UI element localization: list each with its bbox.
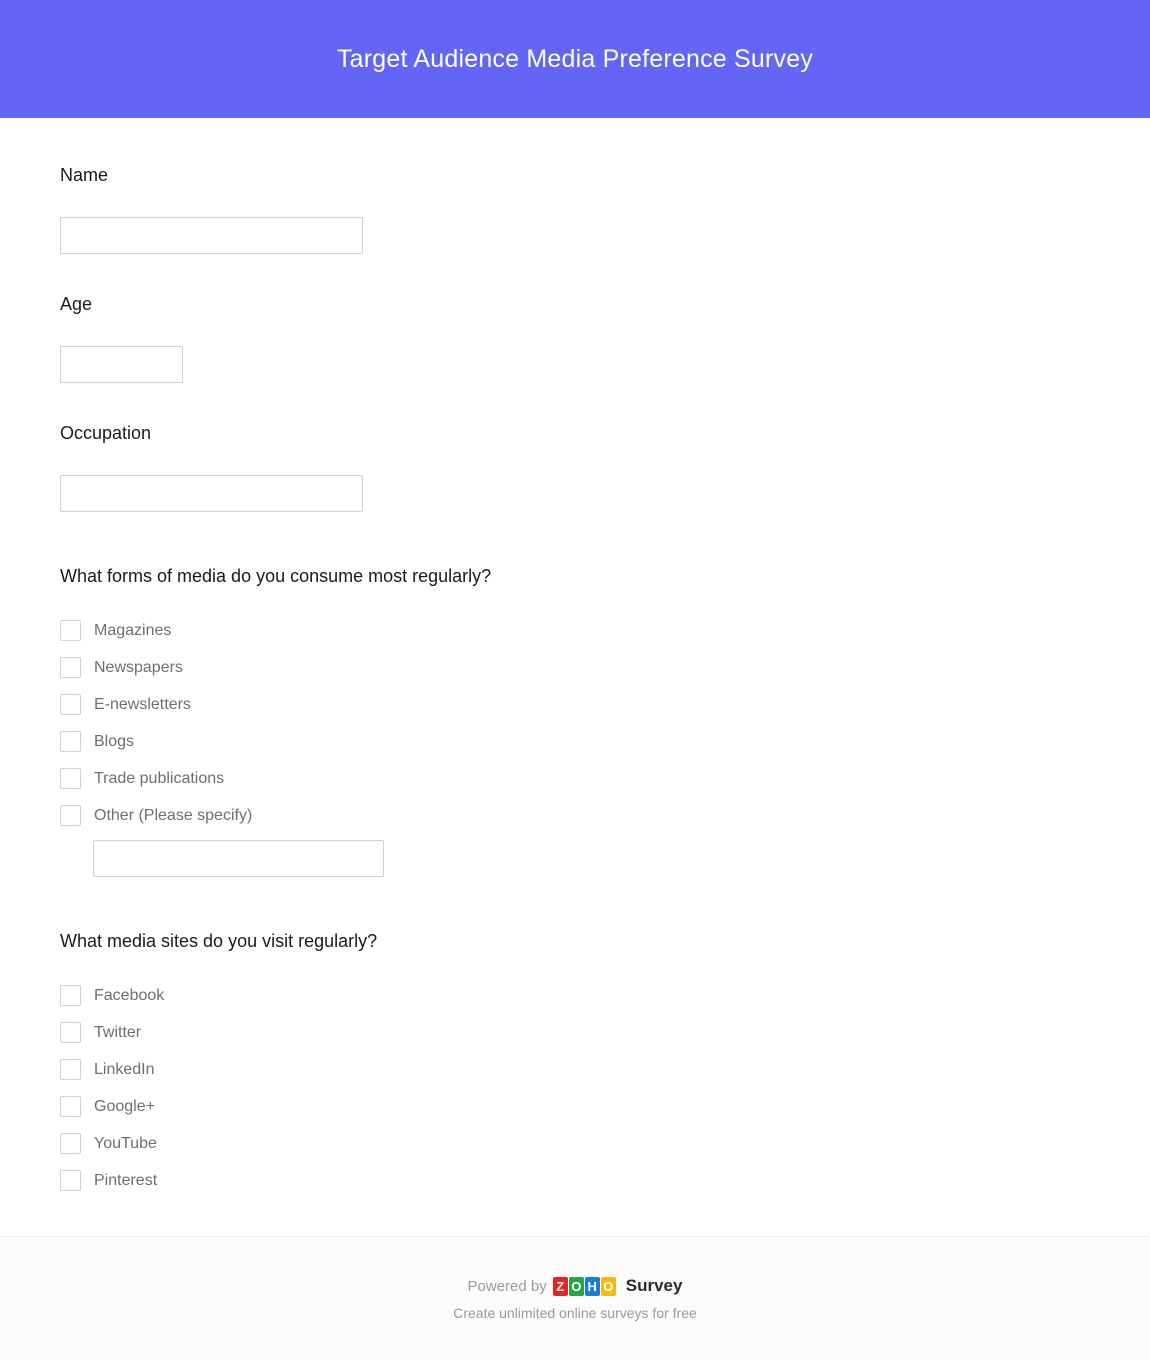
survey-body: Name Age Occupation What forms of media … <box>0 118 1150 1236</box>
option-newspapers[interactable]: Newspapers <box>60 649 1090 686</box>
question-media-sites: What media sites do you visit regularly?… <box>60 932 1090 1199</box>
option-blogs[interactable]: Blogs <box>60 723 1090 760</box>
survey-footer: Powered by Z O H O Survey Create unlimit… <box>0 1236 1150 1360</box>
question-text: What forms of media do you consume most … <box>60 566 492 586</box>
other-specify-input[interactable] <box>93 840 384 877</box>
option-label: LinkedIn <box>94 1060 155 1078</box>
name-input[interactable] <box>60 217 363 254</box>
powered-by-row[interactable]: Powered by Z O H O Survey <box>467 1276 683 1296</box>
option-label: Other (Please specify) <box>94 806 253 824</box>
option-pinterest[interactable]: Pinterest <box>60 1162 1090 1199</box>
option-facebook[interactable]: Facebook <box>60 977 1090 1014</box>
occupation-input[interactable] <box>60 475 363 512</box>
zoho-logo-letter-o1: O <box>568 1276 584 1296</box>
checkbox-icon[interactable] <box>60 731 81 752</box>
checkbox-icon[interactable] <box>60 1059 81 1080</box>
option-youtube[interactable]: YouTube <box>60 1125 1090 1162</box>
checkbox-icon[interactable] <box>60 620 81 641</box>
checkbox-icon[interactable] <box>60 1096 81 1117</box>
option-google-plus[interactable]: Google+ <box>60 1088 1090 1125</box>
survey-page: Target Audience Media Preference Survey … <box>0 0 1150 1360</box>
option-label: Newspapers <box>94 658 183 676</box>
option-magazines[interactable]: Magazines <box>60 612 1090 649</box>
survey-header: Target Audience Media Preference Survey <box>0 0 1150 118</box>
option-e-newsletters[interactable]: E-newsletters <box>60 686 1090 723</box>
question-media-forms: What forms of media do you consume most … <box>60 567 1090 877</box>
field-occupation: Occupation <box>60 424 1090 512</box>
checkbox-icon[interactable] <box>60 985 81 1006</box>
name-label: Name <box>60 165 109 185</box>
question-text: What media sites do you visit regularly? <box>60 931 378 951</box>
option-trade-publications[interactable]: Trade publications <box>60 760 1090 797</box>
option-label: E-newsletters <box>94 695 191 713</box>
option-label: Pinterest <box>94 1171 158 1189</box>
other-input-wrapper <box>60 840 1090 877</box>
option-twitter[interactable]: Twitter <box>60 1014 1090 1051</box>
checkbox-group-media-sites: Facebook Twitter LinkedIn Google+ YouTub <box>60 977 1090 1199</box>
powered-by-label: Powered by <box>467 1277 547 1295</box>
option-label: Blogs <box>94 732 135 750</box>
option-label: Google+ <box>94 1097 155 1115</box>
checkbox-icon[interactable] <box>60 1022 81 1043</box>
option-label: Magazines <box>94 621 172 639</box>
option-label: Trade publications <box>94 769 225 787</box>
checkbox-icon[interactable] <box>60 1133 81 1154</box>
checkbox-icon[interactable] <box>60 805 81 826</box>
zoho-logo-letter-o2: O <box>600 1276 616 1296</box>
checkbox-icon[interactable] <box>60 1170 81 1191</box>
occupation-label: Occupation <box>60 423 152 443</box>
page-title: Target Audience Media Preference Survey <box>336 44 814 73</box>
option-label: Facebook <box>94 986 165 1004</box>
option-other[interactable]: Other (Please specify) <box>60 797 1090 834</box>
field-age: Age <box>60 295 1090 383</box>
zoho-logo-letter-z: Z <box>552 1276 568 1296</box>
age-label: Age <box>60 294 93 314</box>
zoho-logo-letter-h: H <box>584 1276 600 1296</box>
checkbox-icon[interactable] <box>60 768 81 789</box>
checkbox-icon[interactable] <box>60 657 81 678</box>
field-name: Name <box>60 118 1090 254</box>
age-input[interactable] <box>60 346 183 383</box>
footer-tagline: Create unlimited online surveys for free <box>453 1305 697 1321</box>
option-linkedin[interactable]: LinkedIn <box>60 1051 1090 1088</box>
option-label: YouTube <box>94 1134 157 1152</box>
zoho-product-name: Survey <box>625 1276 683 1295</box>
zoho-logo-icon: Z O H O <box>552 1276 616 1296</box>
checkbox-group-media-forms: Magazines Newspapers E-newsletters Blogs <box>60 612 1090 877</box>
checkbox-icon[interactable] <box>60 694 81 715</box>
option-label: Twitter <box>94 1023 142 1041</box>
